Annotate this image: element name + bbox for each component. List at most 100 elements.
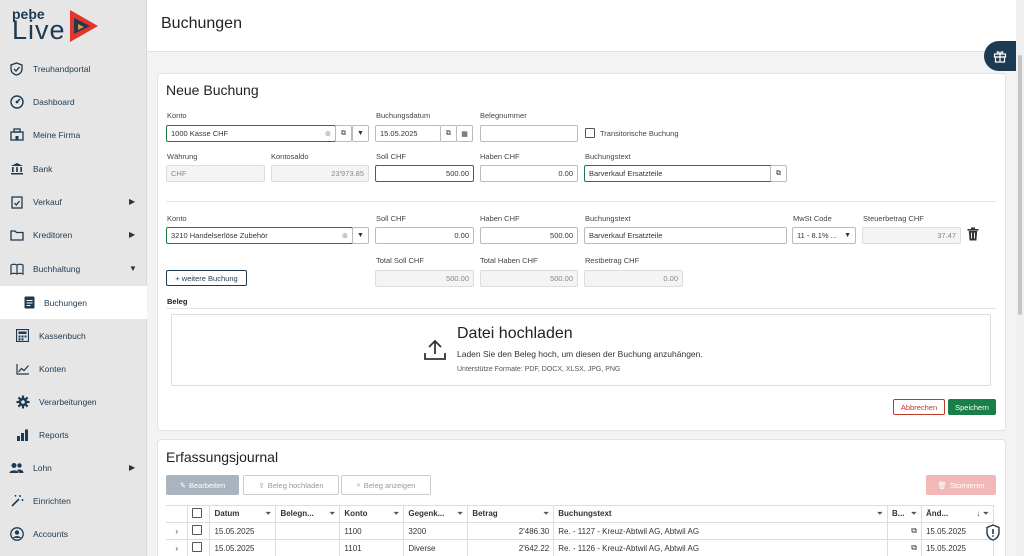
view-beleg-button[interactable]: ⌕ Beleg anzeigen bbox=[341, 475, 431, 495]
col-beleg-icon[interactable]: B... ⏷ bbox=[887, 505, 922, 523]
total-soll-value: 500.00 bbox=[446, 274, 469, 283]
gift-button[interactable] bbox=[984, 41, 1016, 71]
sidebar-item-kassenbuch[interactable]: Kassenbuch bbox=[0, 319, 147, 352]
beleg-divider bbox=[166, 308, 996, 309]
row-select[interactable] bbox=[187, 522, 211, 540]
haben-input[interactable]: 0.00 bbox=[480, 165, 578, 182]
expand-icon[interactable]: › bbox=[166, 522, 189, 540]
clear-icon[interactable]: ⊗ bbox=[325, 129, 331, 138]
haben2-input[interactable]: 500.00 bbox=[480, 227, 578, 244]
page-title: Buchungen bbox=[161, 15, 242, 32]
konto-dropdown-button[interactable]: ▼ bbox=[352, 125, 369, 142]
transitorisch-checkbox[interactable] bbox=[585, 128, 595, 138]
sidebar-item-verarbeitungen[interactable]: Verarbeitungen bbox=[0, 385, 147, 418]
sidebar-item-verkauf[interactable]: Verkauf ▶ bbox=[0, 185, 147, 218]
sidebar-item-label: Meine Firma bbox=[33, 129, 81, 140]
upload-icon: ⇪ bbox=[258, 480, 265, 490]
buchungstext2-input[interactable]: Barverkauf Ersatzteile bbox=[584, 227, 787, 244]
table-header-row: Datum ⏷ Belegn... ⏷ Konto ⏷ Gegenk... ⏷ Betr… bbox=[166, 505, 995, 523]
row-checkbox[interactable] bbox=[192, 542, 203, 552]
calendar-icon: ▦ bbox=[461, 130, 468, 138]
mwst-select[interactable]: 11 - 8.1% ... ▼ bbox=[792, 227, 856, 244]
upload-beleg-button[interactable]: ⇪ Beleg hochladen bbox=[243, 475, 339, 495]
external-link-icon[interactable]: ⧉ bbox=[887, 522, 922, 540]
belegnummer-input[interactable] bbox=[480, 125, 578, 142]
sidebar-item-dashboard[interactable]: Dashboard bbox=[0, 85, 147, 118]
shield-check-icon bbox=[9, 61, 24, 76]
konto-link-button[interactable]: ⧉ bbox=[335, 125, 352, 142]
sidebar-item-treuhandportal[interactable]: Treuhandportal bbox=[0, 52, 147, 85]
journal-table: Datum ⏷ Belegn... ⏷ Konto ⏷ Gegenk... ⏷ Betr… bbox=[166, 505, 995, 556]
col-label: Betrag bbox=[472, 509, 498, 518]
pebe-live-logo[interactable]: pebe Live bbox=[12, 6, 107, 46]
table-row[interactable]: › 15.05.2025 1101 Diverse 2'642.22 Re. -… bbox=[166, 539, 995, 556]
sidebar-item-kreditoren[interactable]: Kreditoren ▶ bbox=[0, 218, 147, 251]
chevron-down-icon: ▼ bbox=[844, 232, 851, 239]
table-row[interactable]: › 15.05.2025 1100 3200 2'486.30 Re. - 11… bbox=[166, 522, 995, 540]
cancel-button[interactable]: Abbrechen bbox=[893, 399, 945, 415]
soll2-input[interactable]: 0.00 bbox=[375, 227, 474, 244]
clear-icon[interactable]: ⊗ bbox=[342, 231, 348, 240]
col-gegenkonto[interactable]: Gegenk... ⏷ bbox=[403, 505, 469, 523]
row-select[interactable] bbox=[187, 539, 211, 556]
col-konto[interactable]: Konto ⏷ bbox=[339, 505, 405, 523]
col-beleg[interactable]: Belegn... ⏷ bbox=[275, 505, 341, 523]
konto2-label: Konto bbox=[167, 214, 187, 223]
trash-icon[interactable] bbox=[967, 227, 979, 241]
expand-icon[interactable]: › bbox=[166, 539, 189, 556]
add-buchung-button[interactable]: + weitere Buchung bbox=[166, 270, 247, 286]
select-all-col[interactable] bbox=[187, 505, 211, 523]
page-scrollbar[interactable] bbox=[1016, 0, 1024, 556]
page-header: Buchungen bbox=[147, 0, 1024, 52]
mwst-value: 11 - 8.1% ... bbox=[797, 231, 837, 240]
sidebar-item-accounts[interactable]: Accounts bbox=[0, 517, 147, 550]
filter-icon[interactable]: ⏷ bbox=[265, 509, 271, 519]
external-link-icon: ⧉ bbox=[446, 129, 451, 137]
select-all-checkbox[interactable] bbox=[192, 508, 203, 518]
sidebar-item-bank[interactable]: Bank bbox=[0, 152, 147, 185]
sidebar-item-buchhaltung[interactable]: Buchhaltung ▼ bbox=[0, 252, 147, 285]
sidebar-item-meine-firma[interactable]: Meine Firma bbox=[0, 118, 147, 151]
cell-beleg bbox=[275, 522, 341, 540]
konto2-dropdown-button[interactable]: ▼ bbox=[352, 227, 369, 244]
scrollbar-thumb[interactable] bbox=[1018, 55, 1022, 315]
konto-input[interactable]: 1000 Kasse CHF ⊗ bbox=[166, 125, 336, 142]
filter-icon[interactable]: ⏷ bbox=[393, 509, 399, 519]
filter-icon[interactable]: ⏷ bbox=[911, 509, 917, 519]
soll-input[interactable]: 500.00 bbox=[375, 165, 474, 182]
filter-icon[interactable]: ↓ ⏷ bbox=[976, 509, 989, 519]
row-checkbox[interactable] bbox=[192, 525, 203, 535]
filter-icon[interactable]: ⏷ bbox=[543, 509, 549, 519]
col-betrag[interactable]: Betrag ⏷ bbox=[467, 505, 555, 523]
external-link-icon[interactable]: ⧉ bbox=[887, 539, 922, 556]
save-button[interactable]: Speichern bbox=[948, 399, 996, 415]
security-shield-icon[interactable] bbox=[986, 524, 1000, 541]
col-aenderung[interactable]: Änd... ↓ ⏷ bbox=[920, 505, 995, 523]
kontosaldo-field: 23'973.85 bbox=[271, 165, 369, 182]
sidebar-item-einrichten[interactable]: Einrichten bbox=[0, 484, 147, 517]
datum-link-button[interactable]: ⧉ bbox=[440, 125, 457, 142]
col-datum[interactable]: Datum ⏷ bbox=[209, 505, 277, 523]
sidebar-item-buchungen[interactable]: Buchungen bbox=[0, 286, 147, 319]
filter-icon[interactable]: ⏷ bbox=[457, 509, 463, 519]
edit-button[interactable]: ✎ Bearbeiten bbox=[166, 475, 239, 495]
sidebar-item-label: Buchhaltung bbox=[33, 263, 81, 274]
sidebar-item-lohn[interactable]: Lohn ▶ bbox=[0, 451, 147, 484]
upload-formats: Unterstütze Formate: PDF, DOCX, XLSX, JP… bbox=[457, 366, 621, 373]
cell-datum: 15.05.2025 bbox=[209, 539, 277, 556]
col-buchungstext[interactable]: Buchungstext ⏷ bbox=[553, 505, 888, 523]
sidebar-item-reports[interactable]: Reports bbox=[0, 418, 147, 451]
buchungstext-input[interactable]: Barverkauf Ersatzteile bbox=[584, 165, 772, 182]
buchungstext-link-button[interactable]: ⧉ bbox=[770, 165, 787, 182]
calendar-button[interactable]: ▦ bbox=[456, 125, 473, 142]
calculator-icon bbox=[15, 328, 30, 343]
soll-label: Soll CHF bbox=[376, 152, 407, 161]
konto2-input[interactable]: 3210 Handelserlöse Zubehör ⊗ bbox=[166, 227, 353, 244]
document-icon bbox=[22, 295, 37, 310]
storno-button[interactable]: 🗑 Stornieren bbox=[926, 475, 996, 495]
filter-icon[interactable]: ⏷ bbox=[329, 509, 335, 519]
sidebar-item-konten[interactable]: Konten bbox=[0, 352, 147, 385]
buchungsdatum-input[interactable]: 15.05.2025 bbox=[375, 125, 441, 142]
filter-icon[interactable]: ⏷ bbox=[877, 509, 883, 519]
buchungstext2-label: Buchungstext bbox=[585, 214, 631, 223]
